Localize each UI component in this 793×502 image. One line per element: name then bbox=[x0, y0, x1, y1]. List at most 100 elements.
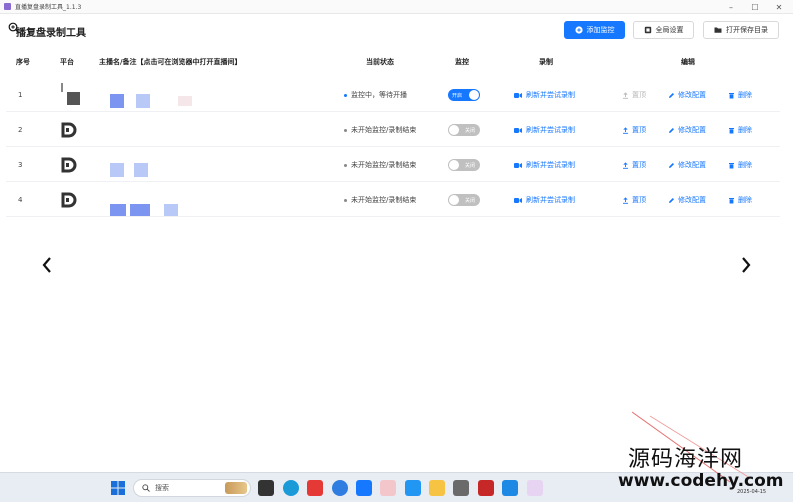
prev-page-button[interactable] bbox=[39, 254, 55, 276]
switch-knob bbox=[469, 90, 479, 100]
refresh-record-link[interactable]: 刷新并尝试录制 bbox=[514, 183, 575, 217]
pin-top-link[interactable]: 置顶 bbox=[622, 113, 646, 147]
add-monitor-button[interactable]: 添加监控 bbox=[564, 21, 625, 39]
delete-label: 删除 bbox=[738, 161, 752, 169]
delete-link[interactable]: 删除 bbox=[728, 148, 752, 182]
edit-config-link[interactable]: 修改配置 bbox=[668, 148, 706, 182]
edit-config-label: 修改配置 bbox=[678, 91, 706, 99]
platform-d-icon bbox=[61, 122, 77, 138]
edit-config-link[interactable]: 修改配置 bbox=[668, 78, 706, 112]
video-icon bbox=[514, 92, 522, 98]
filezilla-icon[interactable] bbox=[478, 480, 494, 496]
global-settings-button[interactable]: 全局设置 bbox=[633, 21, 694, 39]
col-status: 当前状态 bbox=[366, 58, 394, 66]
row-index: 3 bbox=[18, 161, 23, 169]
pin-top-link[interactable]: 置顶 bbox=[622, 183, 646, 217]
wps-icon[interactable] bbox=[307, 480, 323, 496]
maximize-icon[interactable]: ☐ bbox=[744, 0, 766, 14]
col-index: 序号 bbox=[16, 58, 30, 66]
edit-icon bbox=[669, 197, 674, 203]
edit-config-link[interactable]: 修改配置 bbox=[668, 183, 706, 217]
close-icon[interactable]: ✕ bbox=[768, 0, 790, 14]
chevron-right-icon bbox=[742, 257, 751, 273]
file-explorer-icon[interactable] bbox=[429, 480, 445, 496]
monitor-switch[interactable]: 关闭 bbox=[448, 124, 480, 136]
monitor-switch-label: 关闭 bbox=[464, 127, 475, 134]
pin-top-link[interactable]: 置顶 bbox=[622, 148, 646, 182]
monitor-switch[interactable]: 关闭 bbox=[448, 159, 480, 171]
platform-d-icon bbox=[61, 192, 77, 208]
monitor-toggle-cell: 关闭 bbox=[448, 183, 480, 217]
trash-icon bbox=[729, 162, 734, 168]
app-cyan-icon[interactable] bbox=[405, 480, 421, 496]
open-save-dir-button[interactable]: 打开保存目录 bbox=[703, 21, 779, 39]
streamer-name-blurred[interactable] bbox=[110, 204, 126, 216]
pin-top-link[interactable]: 置顶 bbox=[622, 78, 646, 112]
status-text: 未开始监控/录制结束 bbox=[351, 126, 417, 134]
refresh-record-link[interactable]: 刷新并尝试录制 bbox=[514, 78, 575, 112]
minimize-icon[interactable]: – bbox=[720, 0, 742, 14]
task-view-icon[interactable] bbox=[258, 480, 274, 496]
edit-icon bbox=[669, 92, 674, 98]
search-icon bbox=[142, 484, 150, 492]
edit-config-link[interactable]: 修改配置 bbox=[668, 113, 706, 147]
upload-icon bbox=[623, 126, 628, 134]
app-window: 播复盘录制工具 添加监控 全局设置 打开保存目录 序号 平台 主播名/备注【点击… bbox=[0, 14, 793, 472]
streamer-name-blurred[interactable] bbox=[110, 163, 124, 177]
global-settings-label: 全局设置 bbox=[655, 26, 684, 34]
windows-start-icon[interactable] bbox=[110, 480, 126, 496]
refresh-record-link[interactable]: 刷新并尝试录制 bbox=[514, 113, 575, 147]
pin-top-label: 置顶 bbox=[632, 91, 646, 99]
table-header: 序号 平台 主播名/备注【点击可在浏览器中打开直播间】 当前状态 监控 录制 编… bbox=[0, 55, 793, 69]
edit-icon bbox=[669, 127, 674, 133]
app-grey-icon[interactable] bbox=[453, 480, 469, 496]
monitor-switch-label: 开启 bbox=[452, 92, 463, 99]
trash-icon bbox=[729, 92, 734, 98]
notepad-icon[interactable] bbox=[502, 480, 518, 496]
app-feishu-icon[interactable] bbox=[356, 480, 372, 496]
col-record: 录制 bbox=[539, 58, 553, 66]
delete-link[interactable]: 删除 bbox=[728, 183, 752, 217]
delete-link[interactable]: 删除 bbox=[728, 78, 752, 112]
wechat-icon[interactable] bbox=[380, 480, 396, 496]
trash-icon bbox=[729, 197, 734, 203]
recorder-app-icon[interactable] bbox=[527, 480, 543, 496]
status-cell: 未开始监控/录制结束 bbox=[344, 148, 416, 182]
status-dot bbox=[344, 163, 347, 167]
streamer-name-blurred[interactable] bbox=[110, 94, 124, 108]
pin-top-label: 置顶 bbox=[632, 161, 646, 169]
taskbar: 搜索 2025-04-15 bbox=[0, 472, 793, 502]
row-index: 4 bbox=[18, 196, 23, 204]
monitor-switch-label: 关闭 bbox=[464, 197, 475, 204]
status-dot bbox=[344, 198, 347, 202]
table-row: 2 未开始监控/录制结束 关闭 刷新并尝试录制 置顶 修改配置 删除 bbox=[6, 113, 780, 147]
monitor-toggle-cell: 开启 bbox=[448, 78, 480, 112]
settings-icon bbox=[644, 26, 651, 34]
row-index: 2 bbox=[18, 126, 23, 134]
status-dot bbox=[344, 93, 347, 97]
upload-icon bbox=[623, 196, 628, 204]
edit-config-label: 修改配置 bbox=[678, 161, 706, 169]
tray-date: 2025-04-15 bbox=[737, 489, 767, 495]
delete-label: 删除 bbox=[738, 126, 752, 134]
refresh-record-link[interactable]: 刷新并尝试录制 bbox=[514, 148, 575, 182]
streamer-extra-blurred bbox=[164, 204, 178, 216]
app-blue-icon[interactable] bbox=[332, 480, 348, 496]
col-monitor: 监控 bbox=[455, 58, 469, 66]
streamer-note-blurred bbox=[130, 204, 150, 216]
status-cell: 未开始监控/录制结束 bbox=[344, 183, 416, 217]
delete-link[interactable]: 删除 bbox=[728, 113, 752, 147]
edge-icon[interactable] bbox=[283, 480, 299, 496]
monitor-switch[interactable]: 开启 bbox=[448, 89, 480, 101]
refresh-record-label: 刷新并尝试录制 bbox=[526, 91, 575, 99]
status-cell: 未开始监控/录制结束 bbox=[344, 113, 416, 147]
monitor-switch[interactable]: 关闭 bbox=[448, 194, 480, 206]
platform-logo bbox=[56, 78, 82, 112]
monitor-toggle-cell: 关闭 bbox=[448, 113, 480, 147]
next-page-button[interactable] bbox=[738, 254, 754, 276]
platform-logo bbox=[56, 183, 82, 217]
status-cell: 监控中，等待开播 bbox=[344, 78, 407, 112]
upload-icon bbox=[623, 91, 628, 99]
window-title: 直播复盘录制工具_1.1.3 bbox=[15, 4, 82, 11]
status-text: 未开始监控/录制结束 bbox=[351, 196, 417, 204]
